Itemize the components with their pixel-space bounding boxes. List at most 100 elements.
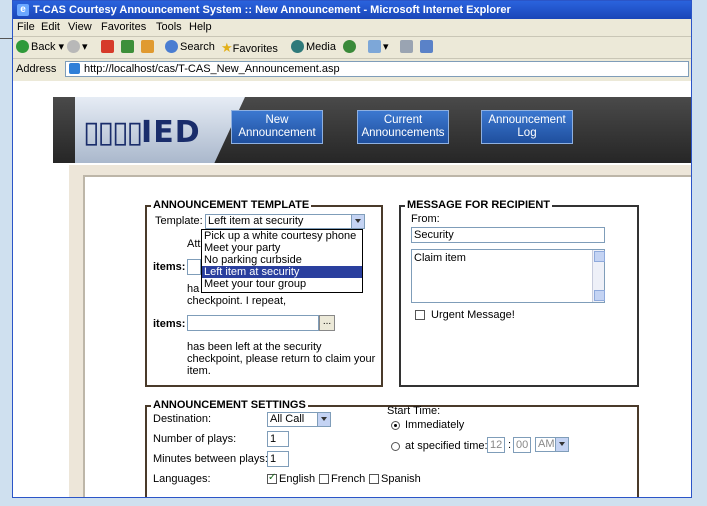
menu-view[interactable]: View bbox=[68, 21, 92, 33]
urgent-label: Urgent Message! bbox=[431, 309, 515, 321]
menu-file[interactable]: File bbox=[17, 21, 35, 33]
settings-section-title: ANNOUNCEMENT SETTINGS bbox=[151, 399, 308, 411]
stop-icon bbox=[101, 40, 114, 53]
recipient-section-title: MESSAGE FOR RECIPIENT bbox=[405, 199, 553, 211]
template-select-value: Left item at security bbox=[208, 215, 304, 227]
option-left-item-security[interactable]: Left item at security bbox=[202, 266, 362, 278]
toolbar: Back ▾ ▾ Search ★Favorites Media ▾ bbox=[13, 37, 691, 59]
checkpoint-repeat-text: checkpoint. I repeat, bbox=[187, 295, 287, 307]
chevron-down-icon[interactable] bbox=[317, 413, 330, 426]
message-scrollbar[interactable] bbox=[592, 250, 605, 302]
message-text: Claim item bbox=[414, 252, 466, 264]
ampm-select[interactable]: AM bbox=[535, 437, 569, 452]
closing-text-3: item. bbox=[187, 365, 211, 377]
immediately-label: Immediately bbox=[405, 419, 465, 431]
minutes-label: Minutes between plays: bbox=[153, 453, 268, 465]
start-time-label: Start Time: bbox=[387, 405, 441, 417]
menu-help[interactable]: Help bbox=[189, 21, 212, 33]
history-icon bbox=[343, 40, 356, 53]
from-label: From: bbox=[411, 213, 440, 225]
chevron-down-icon[interactable] bbox=[555, 438, 568, 451]
option-no-parking[interactable]: No parking curbside bbox=[202, 254, 362, 266]
address-label: Address bbox=[16, 63, 57, 75]
template-section-title: ANNOUNCEMENT TEMPLATE bbox=[151, 199, 312, 211]
menu-bar: File Edit View Favorites Tools Help bbox=[13, 19, 691, 37]
french-checkbox[interactable] bbox=[319, 474, 329, 484]
chevron-down-icon[interactable] bbox=[351, 215, 364, 228]
back-arrow-icon bbox=[16, 40, 29, 53]
destination-select[interactable]: All Call bbox=[267, 412, 331, 427]
hour-input[interactable]: 12 bbox=[487, 437, 505, 453]
browser-window: e T-CAS Courtesy Announcement System :: … bbox=[12, 0, 692, 498]
print-icon bbox=[400, 40, 413, 53]
backdrop-bottom bbox=[0, 498, 707, 506]
template-select[interactable]: Left item at security bbox=[205, 214, 365, 229]
scroll-up-icon[interactable] bbox=[594, 251, 605, 262]
mail-button[interactable]: ▾ bbox=[368, 40, 389, 53]
address-input[interactable]: http://localhost/cas/T-CAS_New_Announcem… bbox=[65, 61, 689, 77]
plays-label: Number of plays: bbox=[153, 433, 237, 445]
star-icon: ★ bbox=[221, 40, 233, 55]
nav-current-line2: Announcements bbox=[361, 127, 445, 139]
nav-current-announcements[interactable]: Current Announcements bbox=[357, 110, 449, 144]
items-input-2[interactable] bbox=[187, 315, 319, 331]
refresh-button[interactable] bbox=[121, 40, 136, 53]
media-button[interactable]: Media bbox=[291, 40, 336, 53]
scroll-down-icon[interactable] bbox=[594, 290, 605, 301]
items-input-1[interactable] bbox=[187, 259, 201, 275]
spanish-label: Spanish bbox=[381, 473, 421, 485]
backdrop-left bbox=[0, 0, 12, 506]
nav-new-line1: New bbox=[265, 114, 289, 126]
from-input[interactable]: Security bbox=[411, 227, 605, 243]
title-bar: e T-CAS Courtesy Announcement System :: … bbox=[13, 1, 691, 19]
destination-label: Destination: bbox=[153, 413, 212, 425]
spanish-checkbox[interactable] bbox=[369, 474, 379, 484]
minute-input[interactable]: 00 bbox=[513, 437, 531, 453]
menu-edit[interactable]: Edit bbox=[41, 21, 60, 33]
english-label: English bbox=[279, 473, 316, 485]
specified-time-label: at specified time: bbox=[405, 440, 488, 452]
browse-button[interactable]: ... bbox=[319, 315, 335, 331]
content-panel: ANNOUNCEMENT TEMPLATE Template: Left ite… bbox=[83, 175, 691, 497]
items-label-2: items: bbox=[153, 318, 186, 330]
urgent-checkbox[interactable] bbox=[415, 310, 425, 320]
print-button[interactable] bbox=[400, 40, 415, 53]
back-label: Back bbox=[31, 41, 56, 53]
destination-value: All Call bbox=[270, 413, 305, 425]
french-label: French bbox=[331, 473, 366, 485]
minutes-input[interactable]: 1 bbox=[267, 451, 289, 467]
favorites-button[interactable]: ★Favorites bbox=[221, 40, 278, 56]
forward-arrow-icon bbox=[67, 40, 80, 53]
nav-new-announcement[interactable]: New Announcement bbox=[231, 110, 323, 144]
english-checkbox[interactable] bbox=[267, 472, 277, 484]
history-button[interactable] bbox=[343, 40, 358, 53]
search-button[interactable]: Search bbox=[165, 40, 215, 53]
address-bar: Address http://localhost/cas/T-CAS_New_A… bbox=[13, 59, 691, 82]
nav-announcement-log[interactable]: Announcement Log bbox=[481, 110, 573, 144]
specified-time-radio[interactable] bbox=[391, 442, 400, 451]
immediately-radio[interactable] bbox=[391, 421, 400, 430]
menu-favorites[interactable]: Favorites bbox=[101, 21, 146, 33]
closing-text-2: checkpoint, please return to claim your bbox=[187, 353, 376, 365]
edit-button[interactable] bbox=[420, 40, 435, 53]
mail-icon bbox=[368, 40, 381, 53]
plays-input[interactable]: 1 bbox=[267, 431, 289, 447]
stop-button[interactable] bbox=[101, 40, 116, 53]
ied-logo: ▯▯▯▯IED bbox=[83, 115, 201, 150]
back-button[interactable]: Back ▾ bbox=[16, 40, 64, 53]
items-label-1: items: bbox=[153, 261, 186, 273]
option-meet-tour-group[interactable]: Meet your tour group bbox=[202, 278, 362, 290]
window-title: T-CAS Courtesy Announcement System :: Ne… bbox=[33, 4, 511, 16]
closing-text-1: has been left at the security bbox=[187, 341, 322, 353]
forward-button[interactable]: ▾ bbox=[67, 40, 88, 53]
refresh-icon bbox=[121, 40, 134, 53]
address-url: http://localhost/cas/T-CAS_New_Announcem… bbox=[84, 63, 340, 75]
nav-log-line1: Announcement bbox=[488, 114, 566, 126]
option-meet-party[interactable]: Meet your party bbox=[202, 242, 362, 254]
home-button[interactable] bbox=[141, 40, 156, 53]
languages-label: Languages: bbox=[153, 473, 211, 485]
ampm-value: AM bbox=[538, 438, 555, 450]
option-pick-up-phone[interactable]: Pick up a white courtesy phone bbox=[202, 230, 362, 242]
menu-tools[interactable]: Tools bbox=[156, 21, 182, 33]
message-textarea[interactable]: Claim item bbox=[411, 249, 605, 303]
